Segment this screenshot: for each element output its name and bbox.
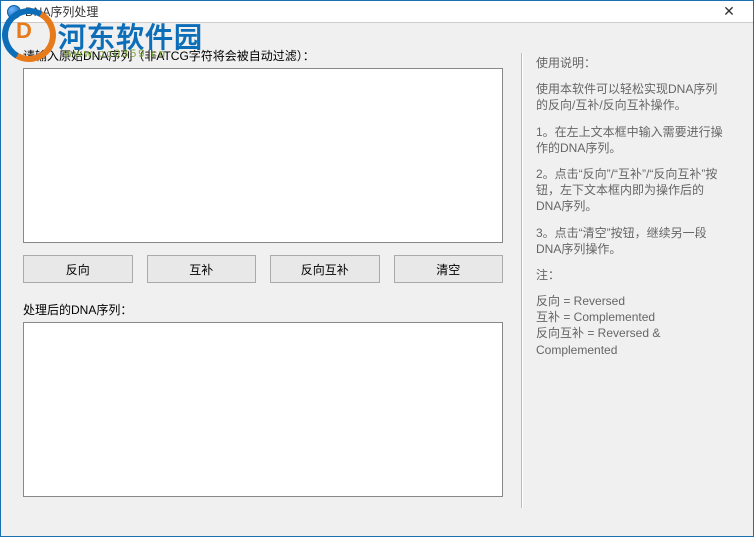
titlebar: DNA序列处理 ✕ — [1, 1, 753, 23]
close-icon[interactable]: ✕ — [709, 1, 749, 23]
vertical-divider — [521, 53, 522, 508]
instructions-title: 使用说明： — [536, 55, 729, 71]
left-column: 请输入原始DNA序列（非ATCG字符将会被自动过滤）： 反向 互补 反向互补 清… — [23, 33, 503, 520]
output-textarea[interactable] — [23, 322, 503, 497]
window-title: DNA序列处理 — [25, 3, 98, 20]
input-textarea[interactable] — [23, 68, 503, 243]
client-area: 请输入原始DNA序列（非ATCG字符将会被自动过滤）： 反向 互补 反向互补 清… — [1, 23, 753, 536]
instructions-p3: 2。点击“反向”/“互补”/“反向互补”按钮，左下文本框内即为操作后的DNA序列… — [536, 166, 729, 215]
note-line-2: 互补 = Complemented — [536, 309, 729, 325]
output-label: 处理后的DNA序列： — [23, 301, 503, 318]
instructions-panel: 使用说明： 使用本软件可以轻松实现DNA序列的反向/互补/反向互补操作。 1。在… — [536, 33, 737, 520]
note-label: 注： — [536, 267, 729, 283]
note-line-1: 反向 = Reversed — [536, 293, 729, 309]
button-row: 反向 互补 反向互补 清空 — [23, 255, 503, 283]
app-window: DNA序列处理 ✕ 请输入原始DNA序列（非ATCG字符将会被自动过滤）： 反向… — [0, 0, 754, 537]
note-line-3: 反向互补 = Reversed & Complemented — [536, 325, 729, 357]
app-icon — [7, 5, 21, 19]
clear-button[interactable]: 清空 — [394, 255, 504, 283]
complement-button[interactable]: 互补 — [147, 255, 257, 283]
instructions-p1: 使用本软件可以轻松实现DNA序列的反向/互补/反向互补操作。 — [536, 81, 729, 113]
instructions-p2: 1。在左上文本框中输入需要进行操作的DNA序列。 — [536, 124, 729, 156]
input-label: 请输入原始DNA序列（非ATCG字符将会被自动过滤）： — [23, 47, 503, 64]
reverse-complement-button[interactable]: 反向互补 — [270, 255, 380, 283]
reverse-button[interactable]: 反向 — [23, 255, 133, 283]
instructions-p4: 3。点击“清空”按钮，继续另一段DNA序列操作。 — [536, 225, 729, 257]
